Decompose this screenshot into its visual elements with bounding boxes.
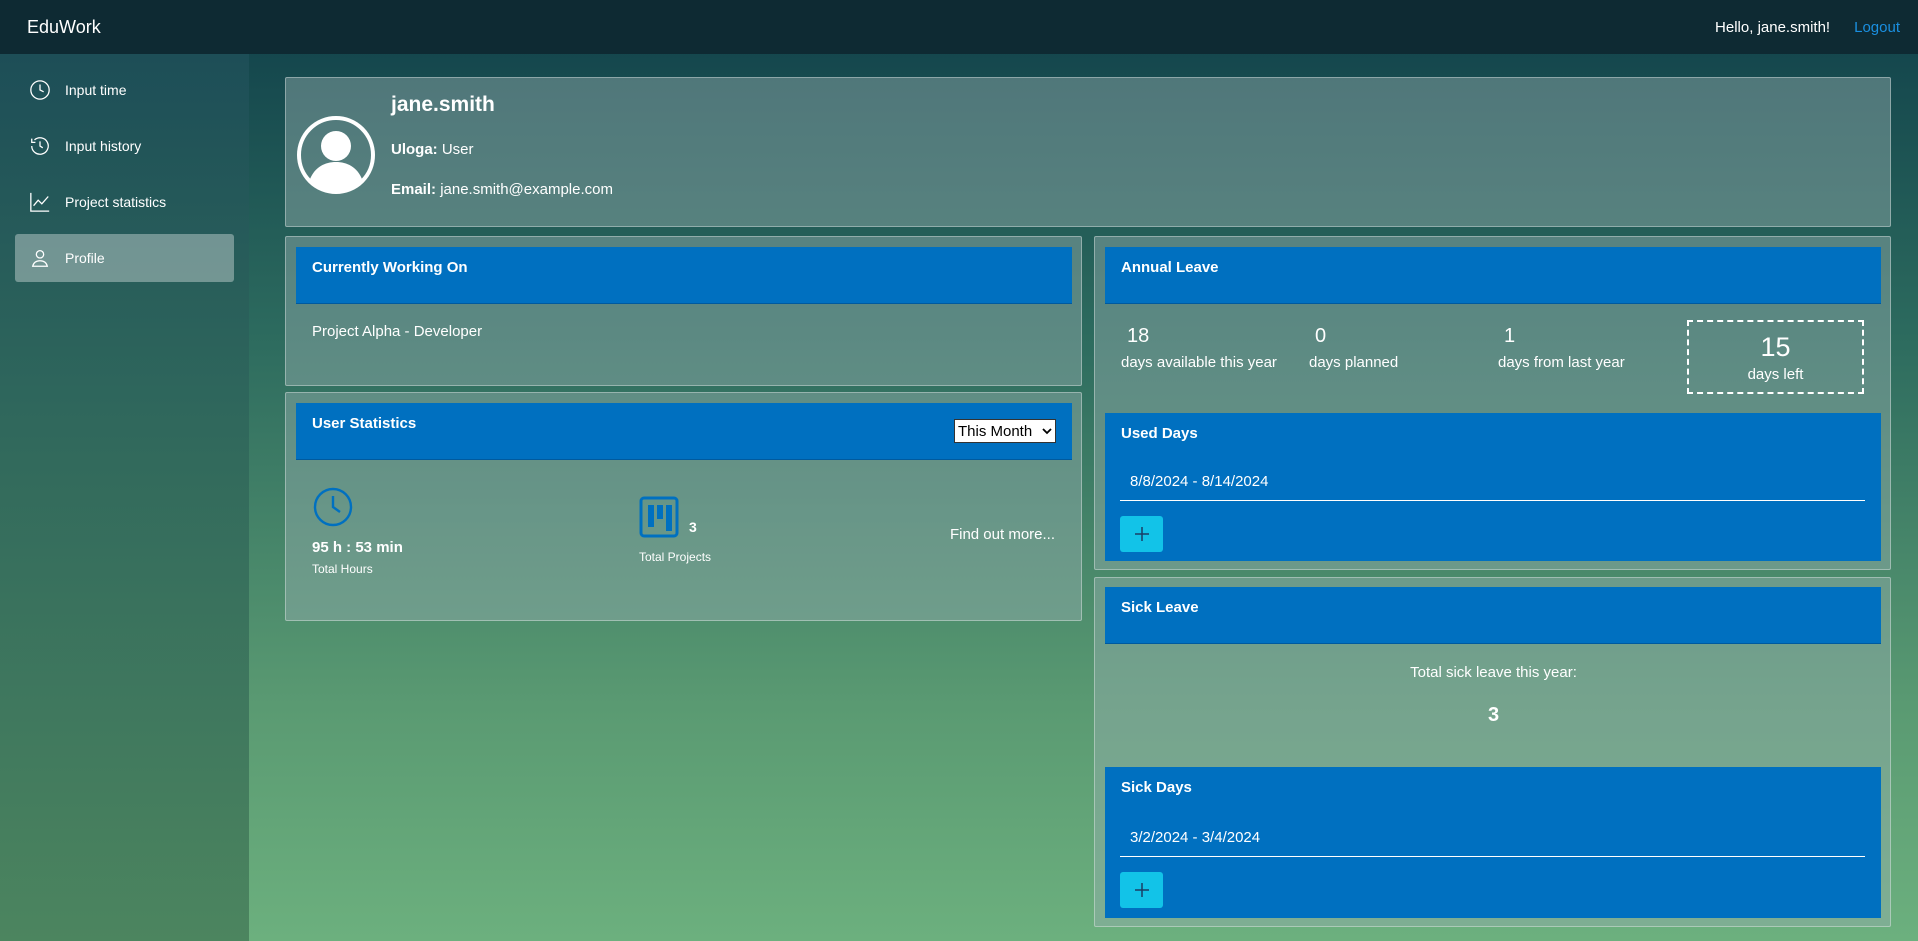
sick-leave-panel: Sick Leave Total sick leave this year: 3… xyxy=(1094,577,1891,927)
profile-role-row: Uloga: User xyxy=(391,141,474,158)
sidebar: Input time Input history Project statist… xyxy=(0,54,249,941)
profile-panel: jane.smith Uloga: User Email: jane.smith… xyxy=(285,77,1891,227)
sidebar-item-profile[interactable]: Profile xyxy=(15,234,234,282)
sidebar-item-label: Project statistics xyxy=(65,194,167,210)
profile-username: jane.smith xyxy=(391,93,495,116)
sick-leave-title: Sick Leave xyxy=(1121,599,1199,616)
email-value: jane.smith@example.com xyxy=(440,181,613,198)
sick-leave-header: Sick Leave xyxy=(1105,587,1881,644)
clock-icon xyxy=(313,487,353,527)
used-days-block: Used Days 8/8/2024 - 8/14/2024 xyxy=(1105,413,1881,561)
days-last-year-value: 1 xyxy=(1504,325,1516,347)
history-icon xyxy=(31,137,49,155)
add-used-day-button[interactable] xyxy=(1120,516,1163,552)
sick-days-range: 3/2/2024 - 3/4/2024 xyxy=(1120,829,1865,857)
chevron-down-icon xyxy=(1042,428,1052,435)
email-label: Email: xyxy=(391,181,437,198)
sick-total-value: 3 xyxy=(1487,704,1500,726)
annual-leave-header: Annual Leave xyxy=(1105,247,1881,304)
stats-panel: User Statistics This Month 95 h : 53 min… xyxy=(285,392,1082,621)
used-days-range: 8/8/2024 - 8/14/2024 xyxy=(1120,473,1865,501)
add-sick-day-button[interactable] xyxy=(1120,872,1163,908)
user-area: Hello, jane.smith! Logout xyxy=(1715,19,1900,36)
user-icon xyxy=(31,250,49,267)
avatar-icon xyxy=(297,116,375,194)
logout-link[interactable]: Logout xyxy=(1854,19,1900,36)
total-hours-label: Total Hours xyxy=(312,562,373,576)
sick-total-label: Total sick leave this year: xyxy=(1410,664,1577,681)
sidebar-item-input-time[interactable]: Input time xyxy=(15,66,234,114)
kanban-icon xyxy=(639,496,679,538)
days-left-box: 15 days left xyxy=(1687,320,1864,394)
days-last-year-label: days from last year xyxy=(1498,354,1625,371)
total-projects-label: Total Projects xyxy=(639,550,712,564)
days-planned-label: days planned xyxy=(1309,354,1399,371)
total-hours-value: 95 h : 53 min xyxy=(312,539,403,556)
working-title: Currently Working On xyxy=(312,259,468,276)
sidebar-item-label: Profile xyxy=(65,250,105,266)
role-value: User xyxy=(441,141,474,158)
working-header: Currently Working On xyxy=(296,247,1072,304)
sidebar-item-label: Input time xyxy=(65,82,127,98)
greeting-text: Hello, jane.smith! xyxy=(1715,18,1831,36)
clock-icon xyxy=(30,80,50,100)
find-out-more-link[interactable]: Find out more... xyxy=(950,526,1055,543)
sick-days-title: Sick Days xyxy=(1121,779,1192,796)
days-available-value: 18 xyxy=(1127,325,1150,347)
used-days-title: Used Days xyxy=(1121,425,1198,442)
annual-leave-panel: Annual Leave 18 days available this year… xyxy=(1094,236,1891,570)
top-bar: EduWork Hello, jane.smith! Logout xyxy=(0,0,1918,54)
annual-leave-title: Annual Leave xyxy=(1121,259,1219,276)
plus-icon xyxy=(1134,527,1149,541)
stats-header: User Statistics This Month xyxy=(296,403,1072,460)
sidebar-item-project-statistics[interactable]: Project statistics xyxy=(15,178,234,226)
days-left-value: 15 xyxy=(1760,332,1791,362)
chart-line-icon xyxy=(30,192,50,212)
days-available-label: days available this year xyxy=(1121,354,1277,371)
working-panel: Currently Working On Project Alpha - Dev… xyxy=(285,236,1082,386)
sick-days-block: Sick Days 3/2/2024 - 3/4/2024 xyxy=(1105,767,1881,918)
working-project: Project Alpha - Developer xyxy=(312,323,483,340)
total-projects-value: 3 xyxy=(689,519,697,535)
role-label: Uloga: xyxy=(391,141,438,158)
period-value: This Month xyxy=(958,422,1033,440)
days-planned-value: 0 xyxy=(1315,325,1327,347)
period-select[interactable]: This Month xyxy=(954,419,1056,443)
sidebar-item-input-history[interactable]: Input history xyxy=(15,122,234,170)
stats-title: User Statistics xyxy=(312,415,417,432)
profile-email-row: Email: jane.smith@example.com xyxy=(391,181,613,198)
days-left-label: days left xyxy=(1747,366,1804,383)
app-brand[interactable]: EduWork xyxy=(27,17,101,38)
sidebar-item-label: Input history xyxy=(65,138,142,154)
plus-icon xyxy=(1134,883,1149,897)
